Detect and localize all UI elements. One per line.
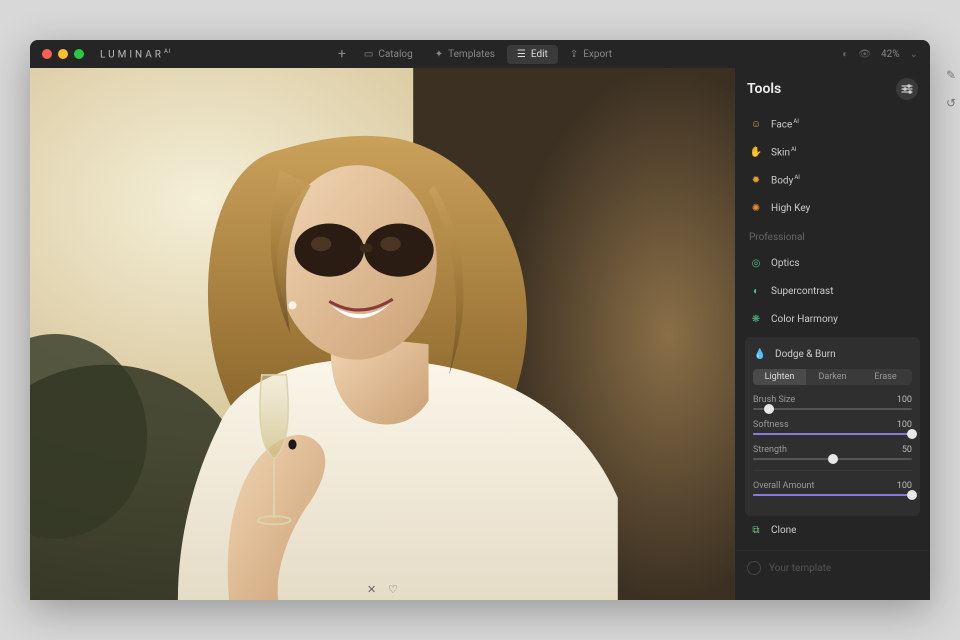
tool-highkey[interactable]: ✺ High Key	[745, 194, 920, 222]
tool-face[interactable]: ☺ FaceAI	[745, 110, 920, 138]
face-icon: ☺	[749, 117, 763, 131]
tab-export[interactable]: ⇪ Export	[560, 45, 622, 64]
adjustments-button[interactable]	[896, 78, 918, 100]
mode-darken[interactable]: Darken	[806, 369, 859, 385]
mode-lighten[interactable]: Lighten	[753, 369, 806, 385]
body-icon: ✹	[749, 173, 763, 187]
brand-name: LUMINAR	[100, 49, 164, 60]
sliders-icon: ☰	[517, 49, 526, 60]
footer-template-label: Your template	[769, 563, 831, 574]
chevron-down-icon[interactable]: ⌄	[910, 49, 918, 60]
compare-icon[interactable]: ◐	[842, 49, 848, 60]
minimize-icon[interactable]	[58, 49, 68, 59]
tools-sidebar: Tools ✎ ↺ ☺ FaceAI ✋ SkinAI	[735, 68, 930, 600]
slider-label: Softness	[753, 420, 789, 430]
tool-optics[interactable]: ◎ Optics	[745, 249, 920, 277]
divider	[753, 470, 912, 471]
reject-icon[interactable]: ✕	[367, 583, 376, 596]
slider-label: Brush Size	[753, 395, 795, 405]
footer-template[interactable]: Your template	[735, 550, 930, 585]
tab-label: Export	[583, 49, 612, 60]
tab-label: Edit	[531, 49, 548, 60]
slider-brush-size[interactable]: Brush Size 100	[753, 395, 912, 410]
slider-softness[interactable]: Softness 100	[753, 420, 912, 435]
content-area: ✕ ♡ Tools ✎ ↺ ☺ FaceAI	[30, 68, 930, 600]
maximize-icon[interactable]	[74, 49, 84, 59]
tool-label: Optics	[771, 258, 800, 269]
sliders-icon	[901, 80, 913, 99]
titlebar: LUMINARAI + ▭ Catalog ✦ Templates ☰ Edit…	[30, 40, 930, 68]
add-button[interactable]: +	[338, 46, 346, 62]
tab-label: Catalog	[378, 49, 412, 60]
tool-label: BodyAI	[771, 174, 800, 186]
photo-preview	[30, 68, 735, 600]
clone-icon: ⧉	[749, 523, 763, 537]
sparkle-icon: ✦	[435, 49, 443, 60]
canvas-footer: ✕ ♡	[367, 583, 398, 596]
optics-icon: ◎	[749, 256, 763, 270]
zoom-level[interactable]: 42%	[881, 49, 900, 60]
folder-icon: ▭	[364, 49, 373, 60]
export-icon: ⇪	[570, 49, 578, 60]
slider-label: Strength	[753, 445, 787, 455]
slider-value: 50	[902, 445, 912, 455]
mode-erase[interactable]: Erase	[859, 369, 912, 385]
section-professional: Professional	[745, 222, 920, 249]
tool-label: Supercontrast	[771, 286, 833, 297]
app-window: LUMINARAI + ▭ Catalog ✦ Templates ☰ Edit…	[30, 40, 930, 600]
tool-clone[interactable]: ⧉ Clone	[745, 516, 920, 544]
skin-icon: ✋	[749, 145, 763, 159]
tool-label: FaceAI	[771, 118, 799, 130]
dodgeburn-icon: 💧	[753, 347, 767, 361]
brand-suffix: AI	[164, 48, 172, 55]
close-icon[interactable]	[42, 49, 52, 59]
tool-label: Dodge & Burn	[775, 349, 836, 360]
app-brand: LUMINARAI	[100, 48, 172, 60]
tool-colorharmony[interactable]: ❋ Color Harmony	[745, 305, 920, 333]
favorite-icon[interactable]: ♡	[388, 583, 398, 596]
colorharmony-icon: ❋	[749, 312, 763, 326]
window-controls	[42, 49, 84, 59]
tool-dodgeburn[interactable]: 💧 Dodge & Burn	[753, 345, 912, 369]
highkey-icon: ✺	[749, 201, 763, 215]
template-thumb-icon	[747, 561, 761, 575]
tool-skin[interactable]: ✋ SkinAI	[745, 138, 920, 166]
titlebar-right: ◐ 👁 42% ⌄	[842, 49, 918, 60]
eye-icon[interactable]: 👁	[858, 49, 871, 60]
tool-label: High Key	[771, 203, 810, 214]
dodgeburn-mode-segmented: Lighten Darken Erase	[753, 369, 912, 385]
main-tabs: + ▭ Catalog ✦ Templates ☰ Edit ⇪ Export	[338, 45, 622, 64]
tool-label: SkinAI	[771, 146, 797, 158]
supercontrast-icon: ◐	[749, 284, 763, 298]
slider-overall-amount[interactable]: Overall Amount 100	[753, 481, 912, 496]
tools-list: ☺ FaceAI ✋ SkinAI ✹ BodyAI ✺ High Key Pr…	[735, 108, 930, 550]
tool-label: Clone	[771, 525, 796, 536]
sidebar-title: Tools	[747, 81, 781, 97]
slider-strength[interactable]: Strength 50	[753, 445, 912, 460]
sidebar-header: Tools	[735, 68, 930, 108]
tool-label: Color Harmony	[771, 314, 838, 325]
canvas[interactable]: ✕ ♡	[30, 68, 735, 600]
tab-templates[interactable]: ✦ Templates	[425, 45, 505, 64]
tool-supercontrast[interactable]: ◐ Supercontrast	[745, 277, 920, 305]
tab-edit[interactable]: ☰ Edit	[507, 45, 558, 64]
slider-value: 100	[897, 395, 912, 405]
tool-dodgeburn-panel: 💧 Dodge & Burn Lighten Darken Erase Brus…	[745, 337, 920, 516]
tab-catalog[interactable]: ▭ Catalog	[354, 45, 423, 64]
tool-body[interactable]: ✹ BodyAI	[745, 166, 920, 194]
tab-label: Templates	[448, 49, 495, 60]
slider-label: Overall Amount	[753, 481, 814, 491]
